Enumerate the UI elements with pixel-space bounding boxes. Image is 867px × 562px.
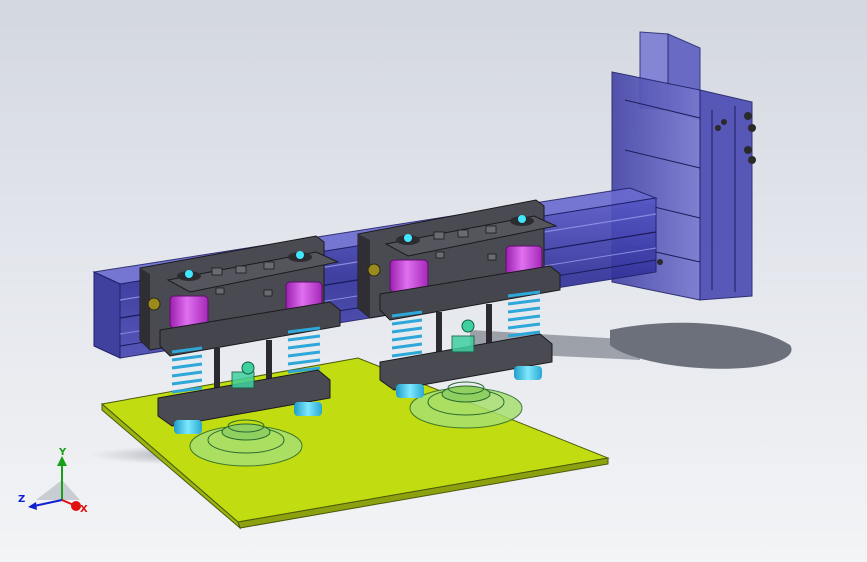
triad-base	[36, 480, 80, 500]
triad-x-label: X	[80, 504, 88, 515]
cad-model-scene[interactable]: Y Z X	[0, 0, 867, 562]
triad-y-label: Y	[58, 447, 67, 458]
gripper-unit-right[interactable]	[357, 199, 561, 398]
triad-z-arrow	[28, 502, 37, 510]
triad-z-label: Z	[18, 494, 25, 505]
triad-z-axis	[33, 499, 63, 507]
graphics-viewport[interactable]: Y Z X	[0, 0, 867, 562]
gripper-unit-left[interactable]	[139, 235, 341, 434]
coordinate-triad[interactable]: Y Z X	[18, 447, 88, 515]
